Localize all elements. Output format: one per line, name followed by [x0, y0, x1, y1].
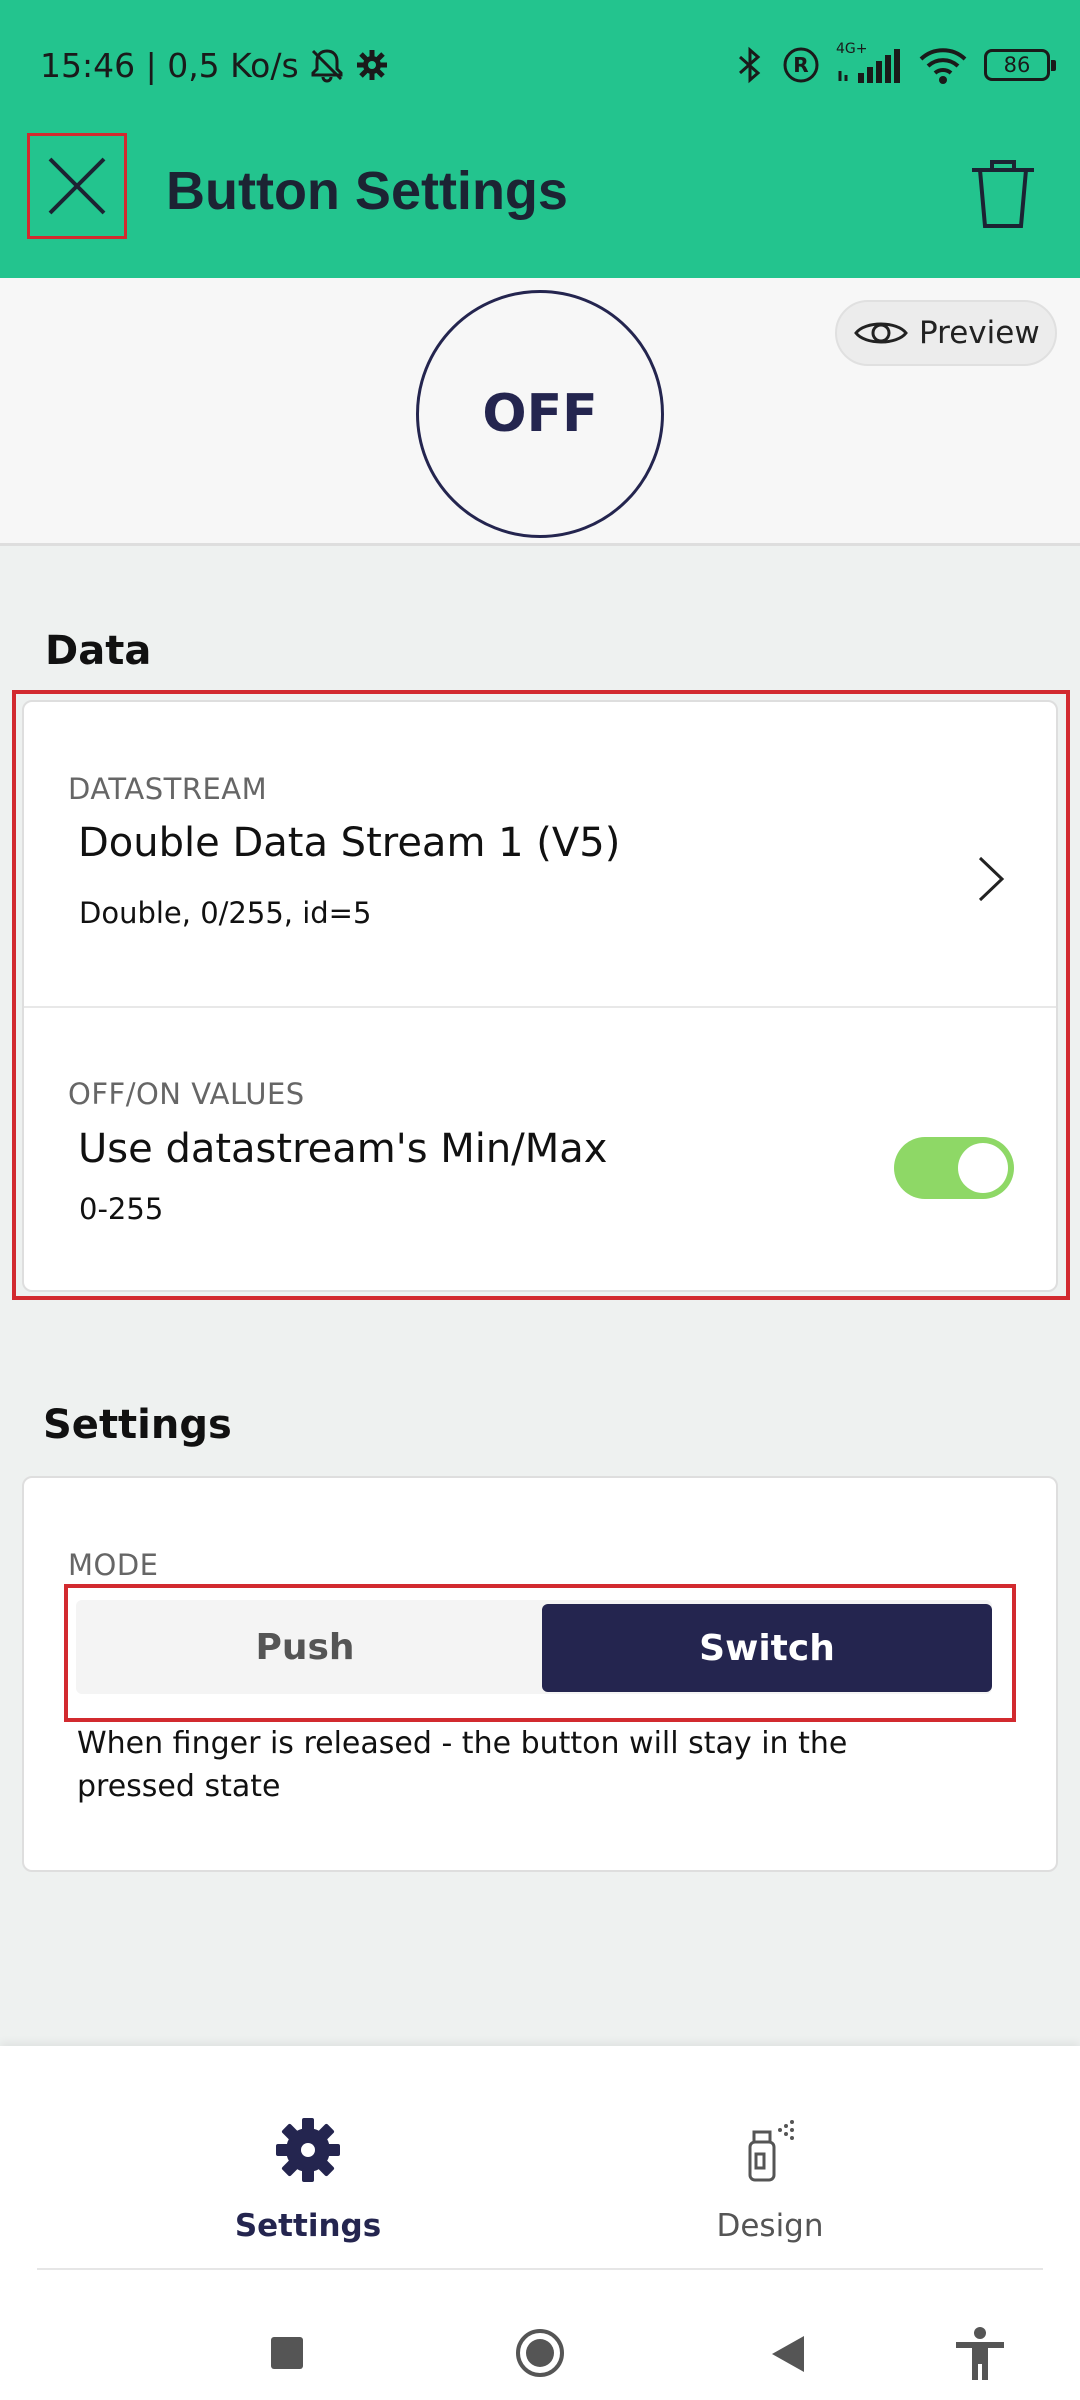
eye-icon	[854, 322, 908, 344]
preview-label: Preview	[919, 315, 1040, 351]
spray-can-icon	[748, 2120, 794, 2182]
trash-icon	[972, 160, 1034, 228]
gear-icon	[276, 2118, 340, 2182]
mute-icon	[307, 45, 347, 85]
square-icon	[271, 2337, 303, 2369]
accessibility-icon	[956, 2327, 1004, 2380]
tab-design[interactable]: Design	[620, 2076, 920, 2244]
roaming-icon: R	[782, 46, 820, 84]
home-button[interactable]	[515, 2328, 565, 2382]
page-title: Button Settings	[166, 161, 568, 221]
app-header: 15:46 | 0,5 Ko/s R 4G+ 86 Button Setting…	[0, 0, 1080, 278]
battery-icon: 86	[984, 49, 1056, 81]
bottom-navigation: Settings Design	[0, 2046, 1080, 2400]
back-button[interactable]	[770, 2334, 806, 2378]
gear-status-icon	[355, 48, 389, 82]
mode-description: When finger is released - the button wil…	[77, 1726, 848, 1804]
svg-text:R: R	[793, 53, 808, 77]
close-button[interactable]	[27, 133, 127, 239]
data-highlight-frame	[12, 690, 1070, 1300]
tab-design-label: Design	[716, 2208, 824, 2244]
close-icon	[48, 157, 106, 215]
wifi-icon	[918, 45, 968, 85]
mode-highlight-frame	[64, 1584, 1016, 1722]
widget-preview-area: OFF Preview	[0, 278, 1080, 546]
data-section-title: Data	[45, 628, 152, 674]
recents-button[interactable]	[270, 2336, 304, 2374]
preview-toggle-button[interactable]: Preview	[835, 300, 1057, 366]
back-triangle-icon	[772, 2336, 804, 2372]
signal-icon: 4G+	[836, 41, 902, 85]
preview-button[interactable]: OFF	[416, 290, 664, 538]
status-bar: 15:46 | 0,5 Ko/s R 4G+ 86	[40, 40, 1056, 90]
bluetooth-icon	[734, 45, 766, 85]
status-time-speed: 15:46 | 0,5 Ko/s	[40, 45, 299, 85]
divider	[37, 2268, 1043, 2270]
settings-section-title: Settings	[43, 1402, 232, 1448]
tab-settings[interactable]: Settings	[158, 2076, 458, 2244]
mode-label: MODE	[68, 1548, 159, 1582]
delete-button[interactable]	[966, 152, 1040, 232]
network-type-label: 4G+	[836, 41, 868, 57]
accessibility-button[interactable]	[954, 2326, 1006, 2386]
tab-settings-label: Settings	[234, 2208, 382, 2244]
home-circle-icon	[516, 2329, 564, 2377]
